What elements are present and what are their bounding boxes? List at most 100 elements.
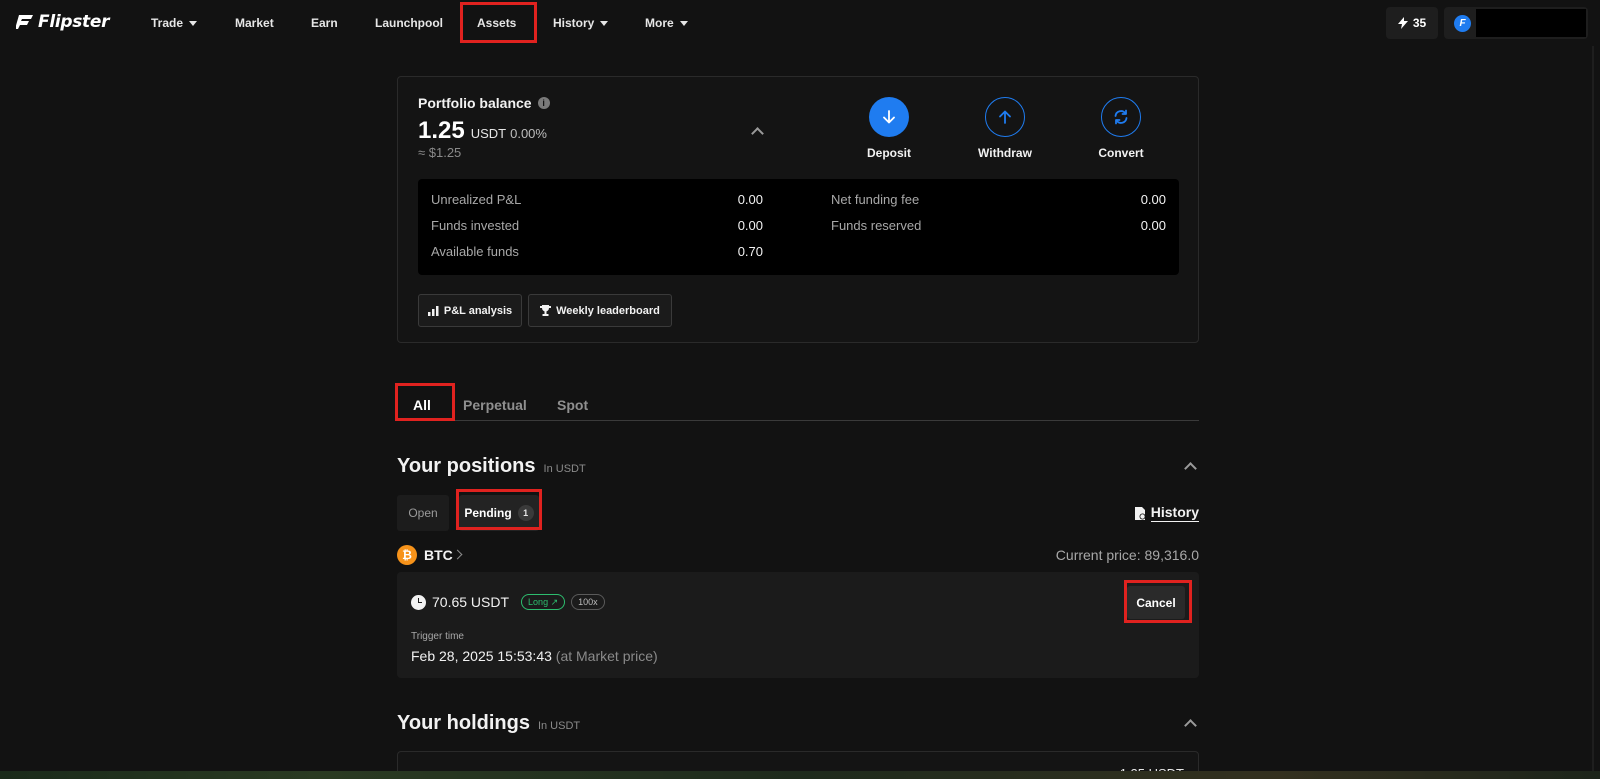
portfolio-stats-panel: Unrealized P&L 0.00 Funds invested 0.00 … — [418, 179, 1179, 275]
withdraw-button[interactable]: Withdraw — [965, 97, 1045, 160]
funds-reserved-value: 0.00 — [1140, 218, 1166, 233]
info-icon[interactable]: i — [537, 97, 550, 109]
portfolio-balance-value: 1.25 — [418, 117, 465, 144]
funds-invested-value: 0.00 — [737, 218, 763, 233]
clock-icon — [411, 594, 426, 610]
pending-order-card: 70.65 USDT Long ↗ 100x Trigger time Feb … — [397, 572, 1199, 678]
nav-trade[interactable]: Trade — [151, 15, 198, 31]
convert-button[interactable]: Convert — [1081, 97, 1161, 160]
assets-highlight-box — [460, 2, 537, 43]
order-amount: 70.65 USDT — [432, 594, 510, 610]
portfolio-title: Portfolio balance i — [418, 95, 550, 111]
nav-market[interactable]: Market — [235, 15, 274, 31]
positions-history-link[interactable]: History — [1134, 504, 1199, 522]
document-clock-icon — [1134, 506, 1146, 520]
convert-label: Convert — [1098, 146, 1144, 160]
account-name-redacted — [1476, 9, 1586, 37]
bar-chart-icon — [427, 305, 439, 316]
trigger-time: Feb 28, 2025 15:53:43 — [411, 648, 552, 664]
nav-history-label: History — [553, 16, 595, 30]
cancel-highlight-box — [1124, 580, 1192, 623]
chevron-up-icon[interactable] — [1184, 462, 1197, 475]
positions-unit-label: In USDT — [543, 463, 586, 475]
unrealized-pnl-label: Unrealized P&L — [431, 192, 522, 207]
convert-circle — [1101, 97, 1141, 137]
portfolio-amount: 1.25 USDT 0.00% — [418, 117, 547, 145]
unrealized-pnl-value: 0.00 — [737, 192, 763, 207]
leverage-badge: 100x — [571, 594, 605, 610]
flipster-logo[interactable]: Flipster — [16, 12, 110, 32]
trigger-time-label: Trigger time — [411, 631, 464, 642]
account-menu[interactable]: F — [1444, 7, 1588, 39]
nav-earn[interactable]: Earn — [311, 15, 338, 31]
tab-spot[interactable]: Spot — [557, 397, 588, 413]
trigger-time-value: Feb 28, 2025 15:53:43 (at Market price) — [411, 648, 658, 664]
nav-more-label: More — [645, 16, 674, 30]
pnl-analysis-button[interactable]: P&L analysis — [418, 294, 522, 327]
refresh-icon — [1114, 109, 1128, 125]
funds-reserved-label: Funds reserved — [831, 218, 922, 233]
withdraw-circle — [985, 97, 1025, 137]
pending-highlight-box — [456, 489, 542, 530]
chevron-down-icon — [600, 20, 609, 26]
positions-title: Your positions In USDT — [397, 455, 586, 478]
deposit-button[interactable]: Deposit — [849, 97, 929, 160]
trophy-icon — [540, 305, 552, 316]
holdings-title: Your holdings In USDT — [397, 712, 580, 735]
pnl-analysis-label: P&L analysis — [443, 304, 513, 317]
deposit-label: Deposit — [866, 146, 911, 160]
scrollbar[interactable] — [1588, 46, 1598, 771]
points-count: 35 — [1412, 16, 1427, 30]
lightning-icon — [1397, 17, 1408, 29]
chevron-down-icon — [189, 20, 198, 26]
nav-launchpool[interactable]: Launchpool — [375, 15, 443, 31]
brand-name: Flipster — [38, 12, 110, 32]
chevron-up-icon[interactable] — [1184, 719, 1197, 732]
tab-all-highlight-box — [395, 383, 455, 421]
net-funding-fee-value: 0.00 — [1140, 192, 1166, 207]
flipster-logo-icon — [16, 15, 33, 29]
portfolio-balance-unit: USDT — [470, 126, 507, 141]
nav-trade-label: Trade — [151, 16, 184, 30]
account-avatar: F — [1454, 15, 1471, 32]
asset-type-tabs: All Perpetual Spot — [397, 381, 1199, 421]
portfolio-title-label: Portfolio balance — [418, 95, 532, 111]
arrow-down-icon — [883, 110, 895, 124]
arrow-up-icon — [999, 110, 1011, 124]
btc-position-header: ₿ BTC Current price: 89,316.0 — [397, 545, 1199, 565]
portfolio-usd-equivalent: ≈ $1.25 — [418, 145, 462, 160]
available-funds-value: 0.70 — [737, 244, 763, 259]
taskbar-strip — [0, 771, 1600, 779]
weekly-leaderboard-button[interactable]: Weekly leaderboard — [528, 294, 672, 327]
btc-current-price: Current price: 89,316.0 — [1055, 547, 1199, 563]
funds-invested-label: Funds invested — [431, 218, 520, 233]
points-button[interactable]: 35 — [1386, 7, 1438, 39]
btc-symbol[interactable]: BTC — [424, 547, 453, 563]
order-amount-row: 70.65 USDT Long ↗ 100x — [411, 594, 605, 610]
net-funding-fee-label: Net funding fee — [831, 192, 920, 207]
history-link-label: History — [1150, 504, 1199, 522]
chevron-up-icon[interactable] — [751, 127, 764, 140]
long-badge: Long ↗ — [521, 594, 566, 610]
portfolio-card: Portfolio balance i 1.25 USDT 0.00% ≈ $1… — [397, 76, 1199, 343]
nav-earn-label: Earn — [311, 16, 338, 30]
nav-history[interactable]: History — [553, 15, 609, 31]
chevron-down-icon — [679, 20, 688, 26]
nav-more[interactable]: More — [645, 15, 688, 31]
segment-open-label: Open — [408, 506, 438, 520]
tab-perpetual[interactable]: Perpetual — [463, 397, 527, 413]
top-nav: Flipster Trade Market Earn Launchpool As… — [0, 0, 1600, 46]
weekly-leaderboard-label: Weekly leaderboard — [556, 304, 660, 317]
segment-open[interactable]: Open — [397, 495, 449, 531]
deposit-circle — [869, 97, 909, 137]
bitcoin-icon: ₿ — [397, 545, 417, 565]
available-funds-label: Available funds — [431, 244, 519, 259]
trigger-note: (at Market price) — [555, 648, 658, 664]
withdraw-label: Withdraw — [978, 146, 1032, 160]
nav-market-label: Market — [235, 16, 274, 30]
positions-title-label: Your positions — [397, 455, 536, 477]
holdings-title-label: Your holdings — [397, 712, 530, 734]
chevron-right-icon[interactable] — [452, 549, 463, 560]
portfolio-change: 0.00% — [510, 126, 547, 141]
nav-launchpool-label: Launchpool — [375, 16, 443, 30]
